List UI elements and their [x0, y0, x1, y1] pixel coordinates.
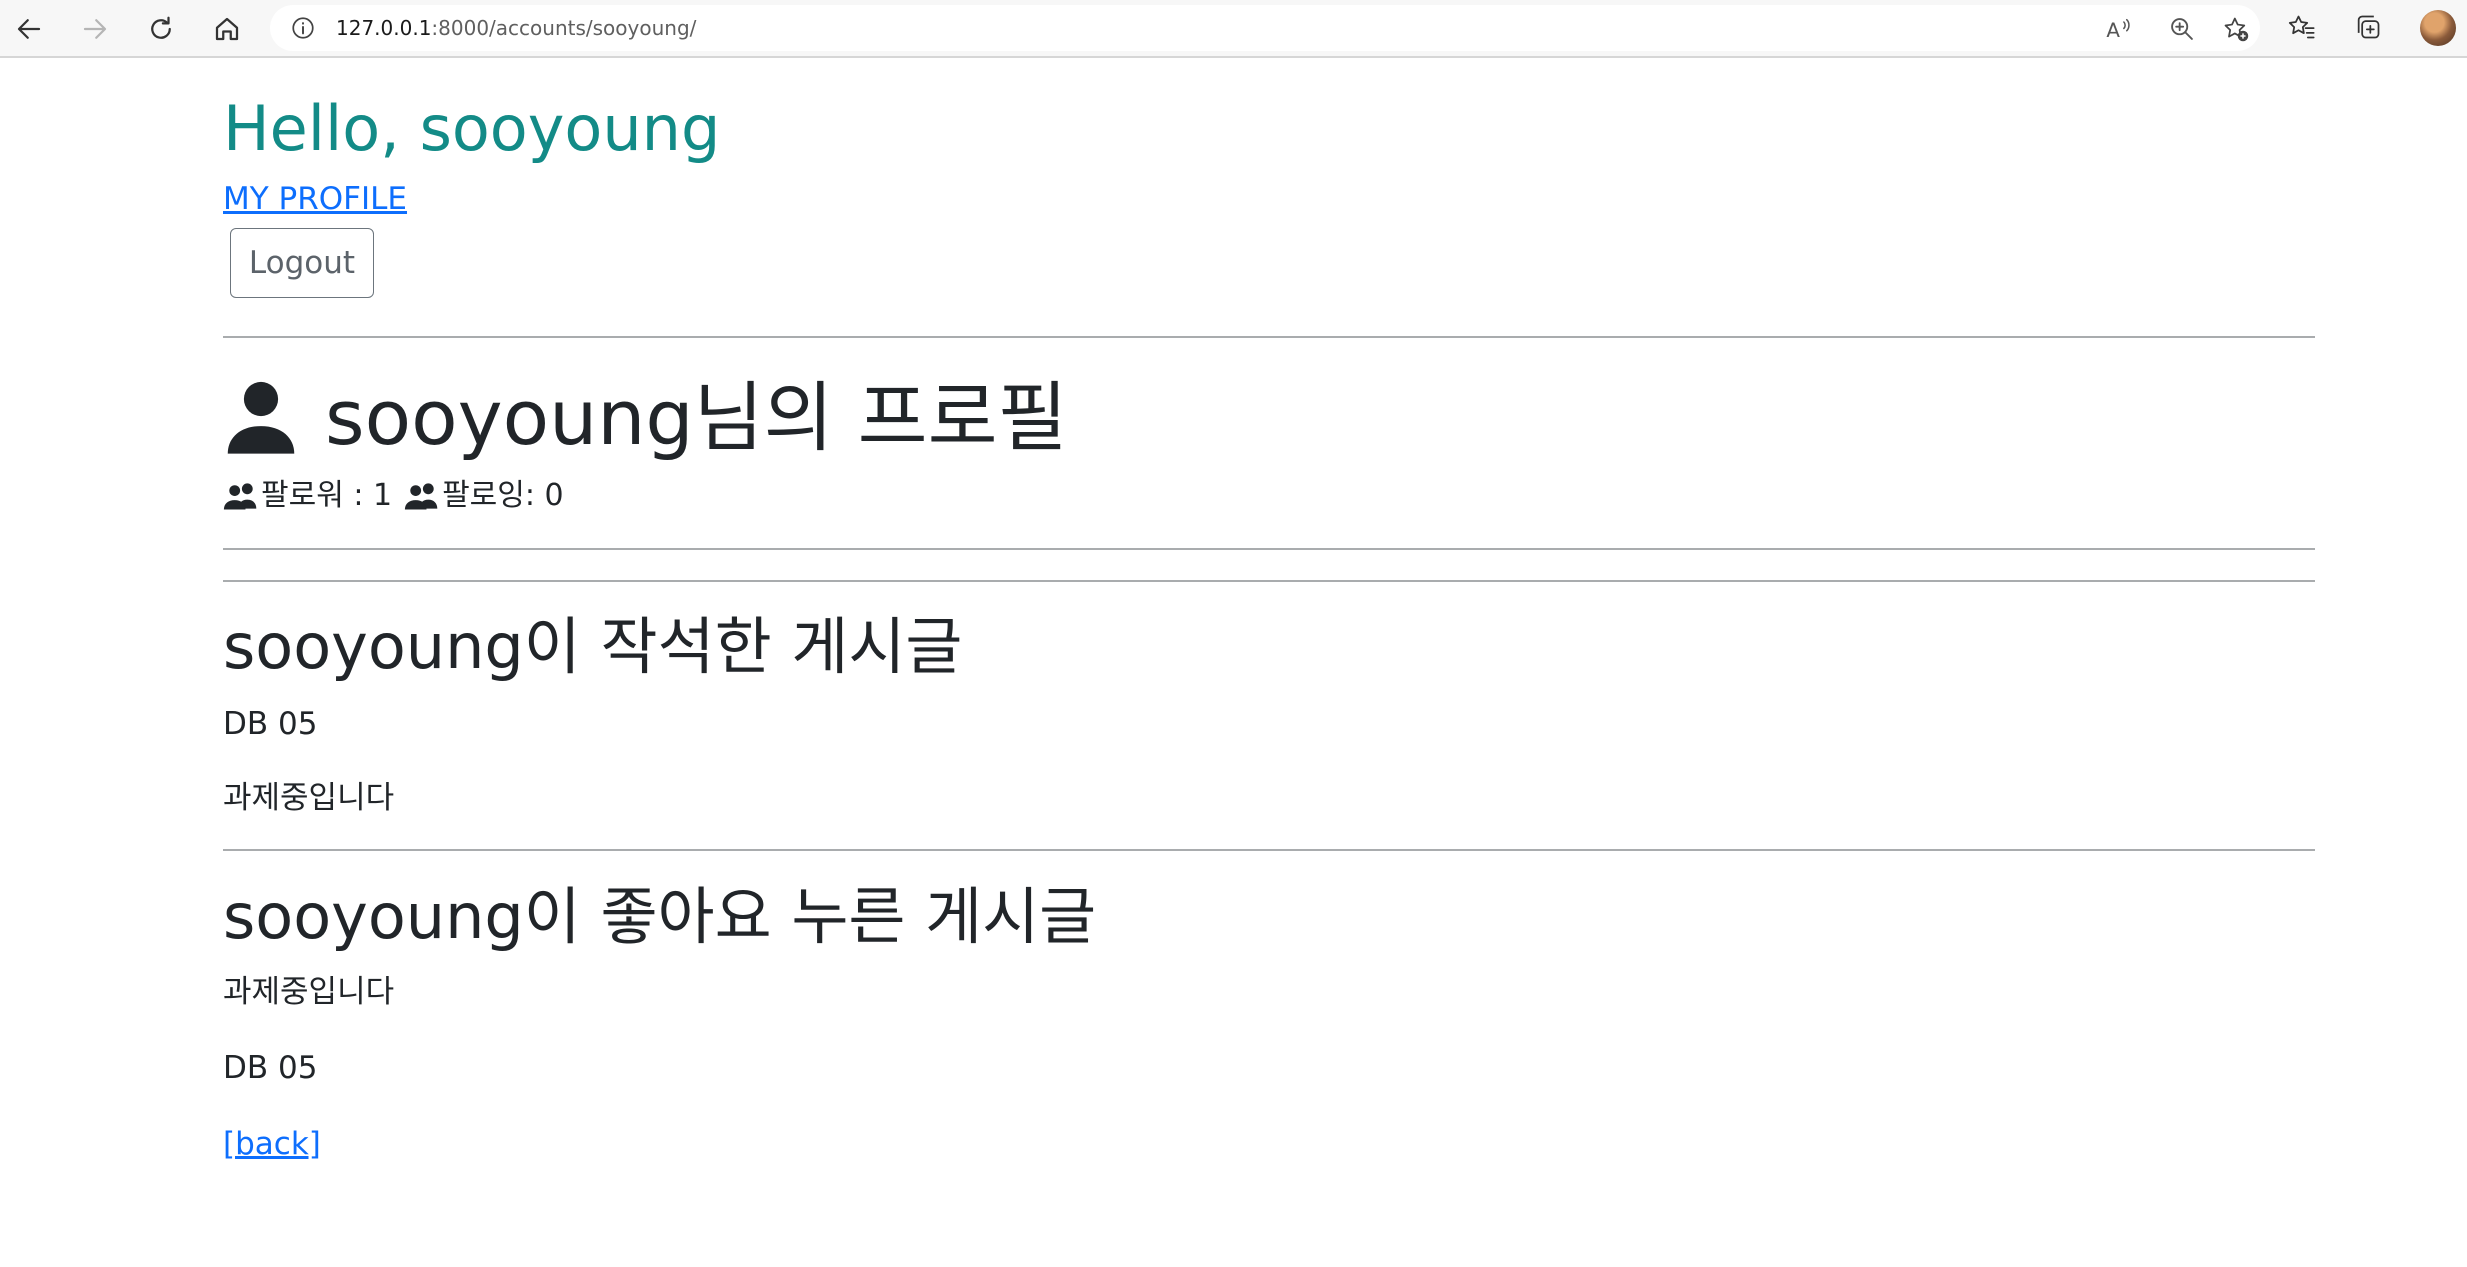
logout-button[interactable]: Logout	[230, 228, 374, 298]
divider	[223, 548, 2315, 550]
my-profile-link[interactable]: MY PROFILE	[223, 180, 407, 218]
divider	[223, 336, 2315, 338]
greeting-heading: Hello, sooyoung	[223, 92, 721, 165]
read-aloud-icon[interactable]: A	[2104, 15, 2132, 43]
profile-heading: sooyoung님의 프로필	[223, 370, 1067, 466]
url-text[interactable]: 127.0.0.1:8000/accounts/sooyoung/	[336, 16, 696, 40]
address-bar[interactable]: 127.0.0.1:8000/accounts/sooyoung/ A	[270, 5, 2260, 51]
favorites-icon[interactable]	[2288, 13, 2318, 43]
zoom-icon[interactable]	[2168, 15, 2196, 43]
people-icon	[223, 483, 257, 510]
liked-post-item: 과제중입니다	[223, 974, 395, 1010]
follow-stats: 팔로워 : 1 팔로잉: 0	[223, 476, 564, 516]
person-icon	[227, 381, 295, 454]
following-count: 팔로잉: 0	[442, 478, 564, 513]
profile-title-text: sooyoung님의 프로필	[325, 373, 1068, 462]
followers-count: 팔로워 : 1	[261, 478, 393, 513]
site-info-icon[interactable]	[290, 15, 316, 41]
back-link[interactable]: [back]	[223, 1124, 321, 1164]
liked-post-item: DB 05	[223, 1050, 318, 1086]
people-icon	[404, 483, 438, 510]
url-host: 127.0.0.1	[336, 16, 432, 40]
refresh-icon[interactable]	[140, 8, 182, 50]
profile-avatar[interactable]	[2420, 10, 2456, 46]
home-icon[interactable]	[206, 8, 248, 50]
divider	[223, 849, 2315, 851]
collections-icon[interactable]	[2354, 13, 2384, 43]
written-post-item: DB 05	[223, 706, 318, 742]
written-posts-heading: sooyoung이 작석한 게시글	[223, 610, 963, 683]
svg-text:A: A	[2106, 19, 2120, 42]
forward-arrow-icon[interactable]	[74, 8, 116, 50]
divider	[223, 580, 2315, 582]
written-post-item: 과제중입니다	[223, 780, 395, 816]
url-path: :8000/accounts/sooyoung/	[431, 16, 697, 40]
browser-toolbar: 127.0.0.1:8000/accounts/sooyoung/ A	[0, 0, 2467, 58]
back-arrow-icon[interactable]	[8, 8, 50, 50]
liked-posts-heading: sooyoung이 좋아요 누른 게시글	[223, 880, 1097, 953]
add-favorite-icon[interactable]	[2222, 15, 2250, 43]
